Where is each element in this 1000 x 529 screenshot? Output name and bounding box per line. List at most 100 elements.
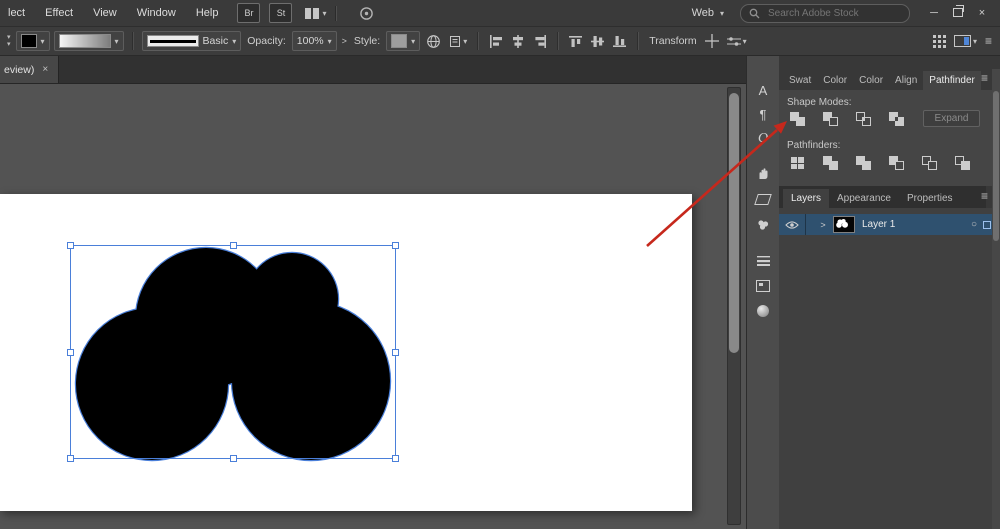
selection-handle[interactable] — [392, 455, 399, 462]
menu-window[interactable]: Window — [127, 0, 186, 27]
unite-button[interactable] — [788, 111, 811, 128]
layer-row[interactable]: > Layer 1 ○ — [779, 214, 1000, 235]
visibility-toggle[interactable] — [779, 214, 806, 235]
menu-select[interactable]: lect — [6, 0, 35, 27]
align-center-button[interactable] — [511, 35, 525, 48]
tab-appearance[interactable]: Appearance — [829, 189, 899, 208]
stroke-lines-icon — [757, 256, 770, 266]
free-transform-button[interactable] — [705, 34, 719, 48]
menu-view[interactable]: View — [83, 0, 127, 27]
stroke-panel-button[interactable] — [747, 249, 779, 273]
touch-panel-button[interactable] — [747, 161, 779, 185]
transform-options-button[interactable]: ▾ — [727, 36, 747, 47]
gradient-panel-button[interactable] — [747, 299, 779, 323]
chevron-down-icon: ▾ — [322, 9, 326, 18]
opentype-panel-button[interactable]: O — [747, 127, 779, 151]
selection-handle[interactable] — [392, 242, 399, 249]
minimize-button[interactable]: ─ — [922, 7, 946, 19]
layers-panel: > Layer 1 ○ — [779, 208, 1000, 529]
restore-icon — [953, 8, 963, 17]
minus-back-button[interactable] — [953, 155, 976, 172]
align-middle-button[interactable] — [591, 35, 605, 48]
align-center-icon — [511, 35, 525, 48]
selection-handle[interactable] — [67, 349, 74, 356]
panel-dock-layout-button[interactable]: ▾ — [954, 35, 977, 47]
tab-properties[interactable]: Properties — [899, 189, 961, 208]
divide-button[interactable] — [788, 155, 811, 172]
menu-help[interactable]: Help — [186, 0, 229, 27]
fill-color-dropdown[interactable]: ▾ — [16, 31, 50, 51]
minus-front-button[interactable] — [821, 111, 844, 128]
align-left-button[interactable] — [489, 35, 503, 48]
expand-button[interactable]: Expand — [923, 110, 980, 127]
document-setup-button[interactable]: ▾ — [449, 35, 467, 48]
opacity-panel-arrow[interactable]: > — [342, 36, 347, 46]
merge-button[interactable] — [854, 155, 877, 172]
search-input[interactable] — [766, 7, 901, 20]
align-top-button[interactable] — [569, 35, 583, 48]
document-tab-bar: eview) × — [0, 56, 746, 84]
restore-button[interactable] — [946, 7, 970, 19]
tab-color[interactable]: Color — [817, 71, 853, 90]
align-right-button[interactable] — [533, 35, 547, 48]
stroke-color-dropdown[interactable]: ▾ — [54, 31, 124, 51]
tab-swatches[interactable]: Swat — [783, 71, 817, 90]
layer-name[interactable]: Layer 1 — [862, 219, 895, 230]
character-panel-button[interactable]: A — [747, 78, 779, 102]
canvas-vertical-scrollbar[interactable] — [727, 87, 741, 525]
style-dropdown[interactable]: ▾ — [386, 31, 420, 51]
layer-thumbnail-icon — [834, 217, 852, 230]
fill-swatch-icon — [21, 34, 37, 48]
selection-handle[interactable] — [67, 455, 74, 462]
selection-handle[interactable] — [230, 242, 237, 249]
style-swatch-icon — [391, 34, 407, 48]
tab-close-icon[interactable]: × — [42, 64, 48, 75]
layer-target-icon[interactable]: ○ — [971, 219, 977, 230]
tab-color-guide[interactable]: Color — [853, 71, 889, 90]
paragraph-panel-button[interactable]: ¶ — [747, 102, 779, 126]
selection-handle[interactable] — [230, 455, 237, 462]
trim-button[interactable] — [821, 155, 844, 172]
workspace-switcher[interactable]: Web ▾ — [692, 7, 724, 19]
scrollbar-thumb[interactable] — [993, 91, 999, 241]
intersect-button[interactable] — [854, 111, 877, 128]
panel-menu-icon[interactable]: ≡ — [981, 72, 988, 84]
document-icon — [449, 35, 461, 48]
selection-bounding-box[interactable] — [70, 245, 396, 459]
align-bottom-button[interactable] — [613, 35, 627, 48]
tab-align[interactable]: Align — [889, 71, 923, 90]
crop-button[interactable] — [887, 155, 910, 172]
symbols-panel-button[interactable] — [747, 213, 779, 237]
arrange-documents-button[interactable]: ▾ — [305, 8, 326, 19]
rotate-view-button[interactable] — [359, 6, 374, 21]
tab-pathfinder[interactable]: Pathfinder — [923, 71, 981, 90]
panel-scrollbar[interactable] — [992, 69, 1000, 529]
layer-selection-chip[interactable] — [983, 221, 991, 229]
scrollbar-thumb[interactable] — [729, 93, 739, 353]
search-adobe-stock[interactable] — [740, 4, 910, 23]
artboards-panel-button[interactable] — [747, 274, 779, 298]
close-button[interactable]: × — [970, 7, 994, 19]
layer-thumbnail[interactable] — [833, 216, 855, 233]
menu-effect[interactable]: Effect — [35, 0, 83, 27]
separator — [557, 32, 559, 50]
selection-handle[interactable] — [392, 349, 399, 356]
selection-handle[interactable] — [67, 242, 74, 249]
application-grid-button[interactable] — [933, 35, 946, 48]
stock-button[interactable]: St — [269, 3, 292, 23]
controlbar-menu-button[interactable]: ≡ — [985, 34, 992, 48]
exclude-button[interactable] — [887, 111, 910, 128]
illustrator-window: lect Effect View Window Help Br St ▾ Web… — [0, 0, 1000, 529]
opacity-dropdown[interactable]: 100% ▾ — [292, 31, 337, 51]
expand-layer-chevron[interactable]: > — [815, 220, 831, 230]
brush-definition-dropdown[interactable]: Basic ▾ — [142, 31, 242, 51]
bridge-button[interactable]: Br — [237, 3, 260, 23]
transform-panel-button[interactable] — [747, 187, 779, 211]
panel-collapse-arrows[interactable]: ▾▾ — [7, 34, 11, 48]
gradient-sphere-icon — [757, 305, 769, 317]
layers-menu-icon[interactable]: ≡ — [981, 190, 988, 202]
tab-layers[interactable]: Layers — [783, 189, 829, 208]
recolor-artwork-button[interactable] — [426, 34, 441, 49]
outline-button[interactable] — [920, 155, 943, 172]
document-tab[interactable]: eview) × — [0, 56, 59, 83]
